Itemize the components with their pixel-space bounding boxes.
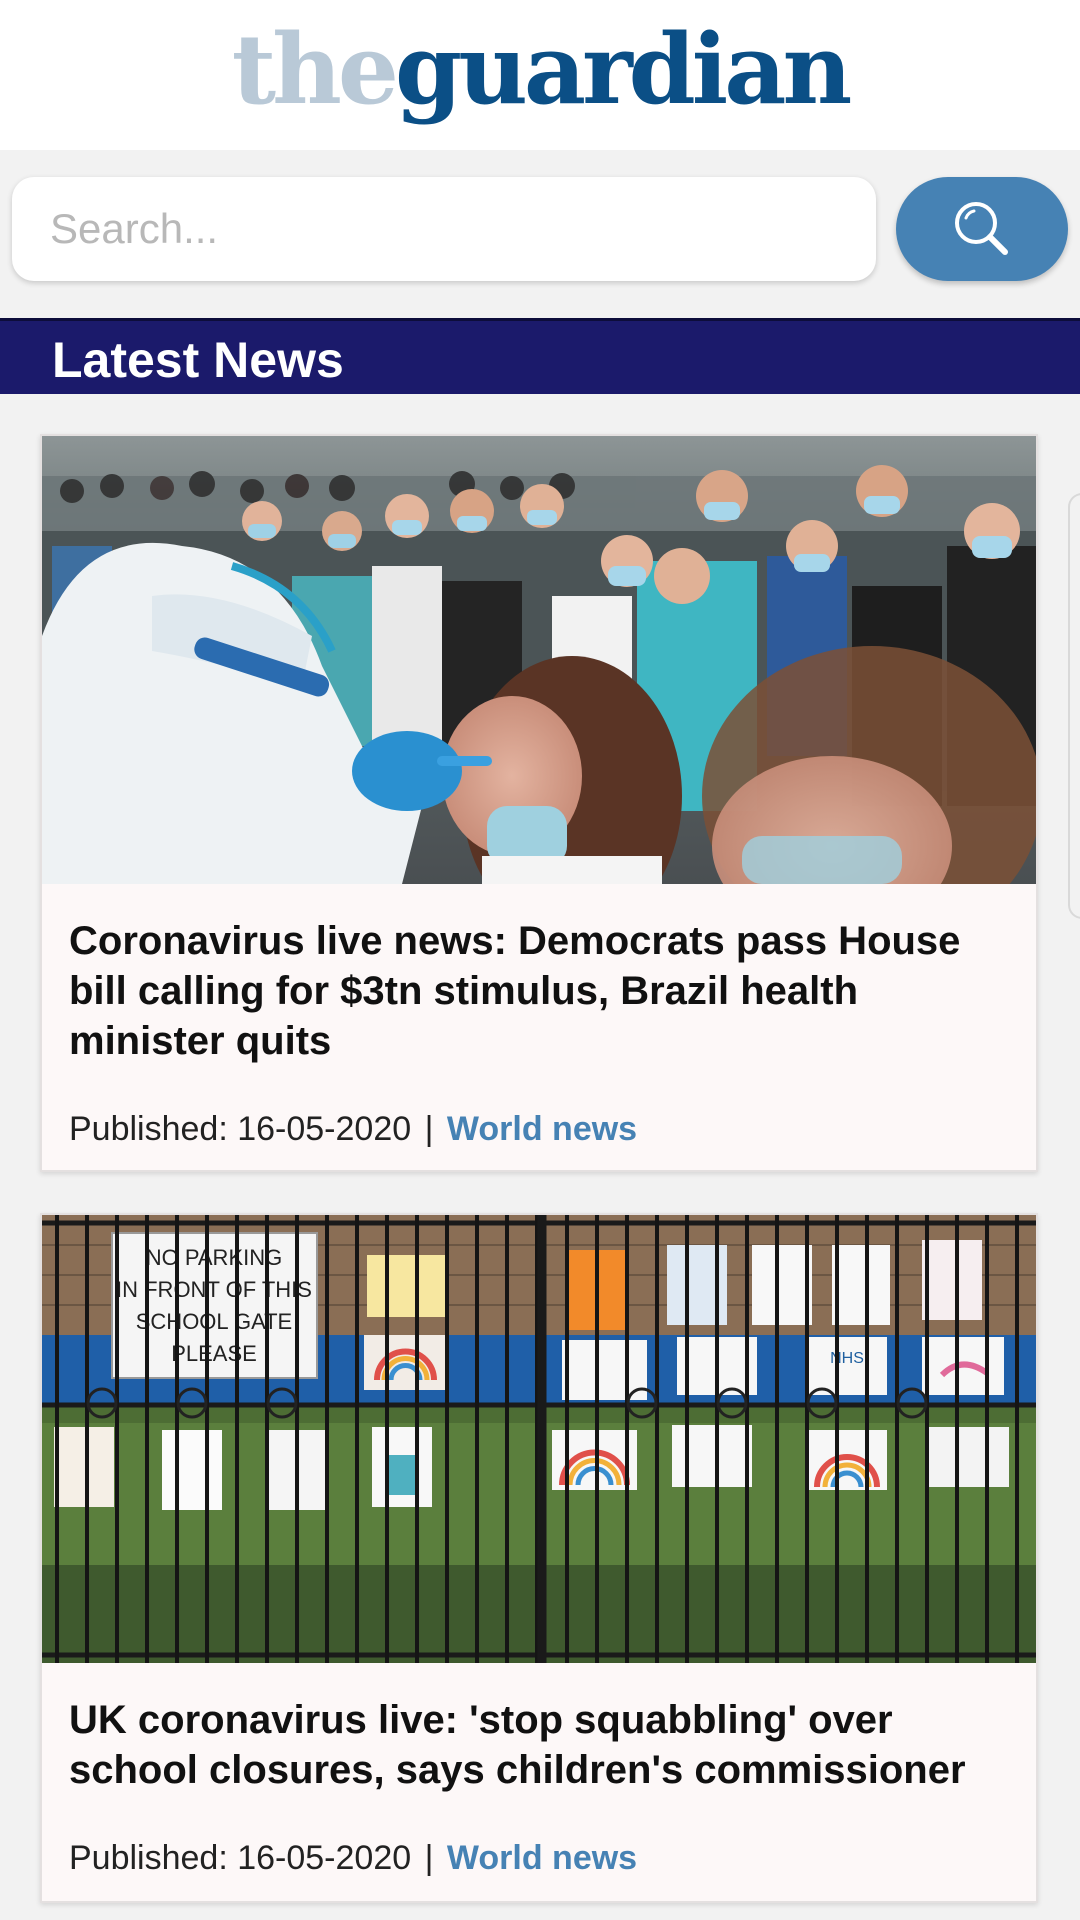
published-date: Published: 16-05-2020 (69, 1839, 412, 1877)
article-body: UK coronavirus live: 'stop squabbling' o… (69, 1695, 1012, 1878)
article-title[interactable]: UK coronavirus live: 'stop squabbling' o… (69, 1695, 1012, 1795)
article-card[interactable]: NO PARKING IN FRONT OF THIS SCHOOL GATE … (40, 1213, 1038, 1903)
category-link[interactable]: World news (447, 1839, 637, 1877)
guardian-logo[interactable]: theguardian (232, 22, 853, 118)
crowd-testing-photo (42, 436, 1036, 884)
article-meta: Published: 16-05-2020 | World news (69, 1839, 1012, 1878)
article-title[interactable]: Coronavirus live news: Democrats pass Ho… (69, 916, 1012, 1066)
article-body: Coronavirus live news: Democrats pass Ho… (69, 916, 1012, 1149)
meta-separator: | (424, 1110, 434, 1148)
meta-separator: | (424, 1839, 434, 1877)
section-title: Latest News (52, 332, 344, 388)
logo-the: the (231, 13, 399, 126)
published-date: Published: 16-05-2020 (69, 1110, 412, 1148)
article-card[interactable]: Coronavirus live news: Democrats pass Ho… (40, 434, 1038, 1172)
sign-text-line4: PLEASE (171, 1341, 257, 1366)
article-image[interactable] (42, 436, 1036, 884)
sign-text-line1: NO PARKING (146, 1245, 283, 1270)
school-gate-drawings-photo: NO PARKING IN FRONT OF THIS SCHOOL GATE … (42, 1215, 1036, 1663)
side-scroll-indicator[interactable] (1068, 493, 1080, 919)
article-image[interactable]: NO PARKING IN FRONT OF THIS SCHOOL GATE … (42, 1215, 1036, 1663)
category-link[interactable]: World news (447, 1110, 637, 1148)
search-input[interactable] (12, 177, 876, 281)
article-meta: Published: 16-05-2020 | World news (69, 1110, 1012, 1149)
search-bar (0, 150, 1080, 315)
latest-news-header: Latest News (0, 318, 1080, 394)
search-button[interactable] (896, 177, 1068, 281)
app-header: theguardian (0, 0, 1080, 150)
search-icon (955, 202, 1008, 255)
logo-guardian: guardian (394, 13, 852, 126)
